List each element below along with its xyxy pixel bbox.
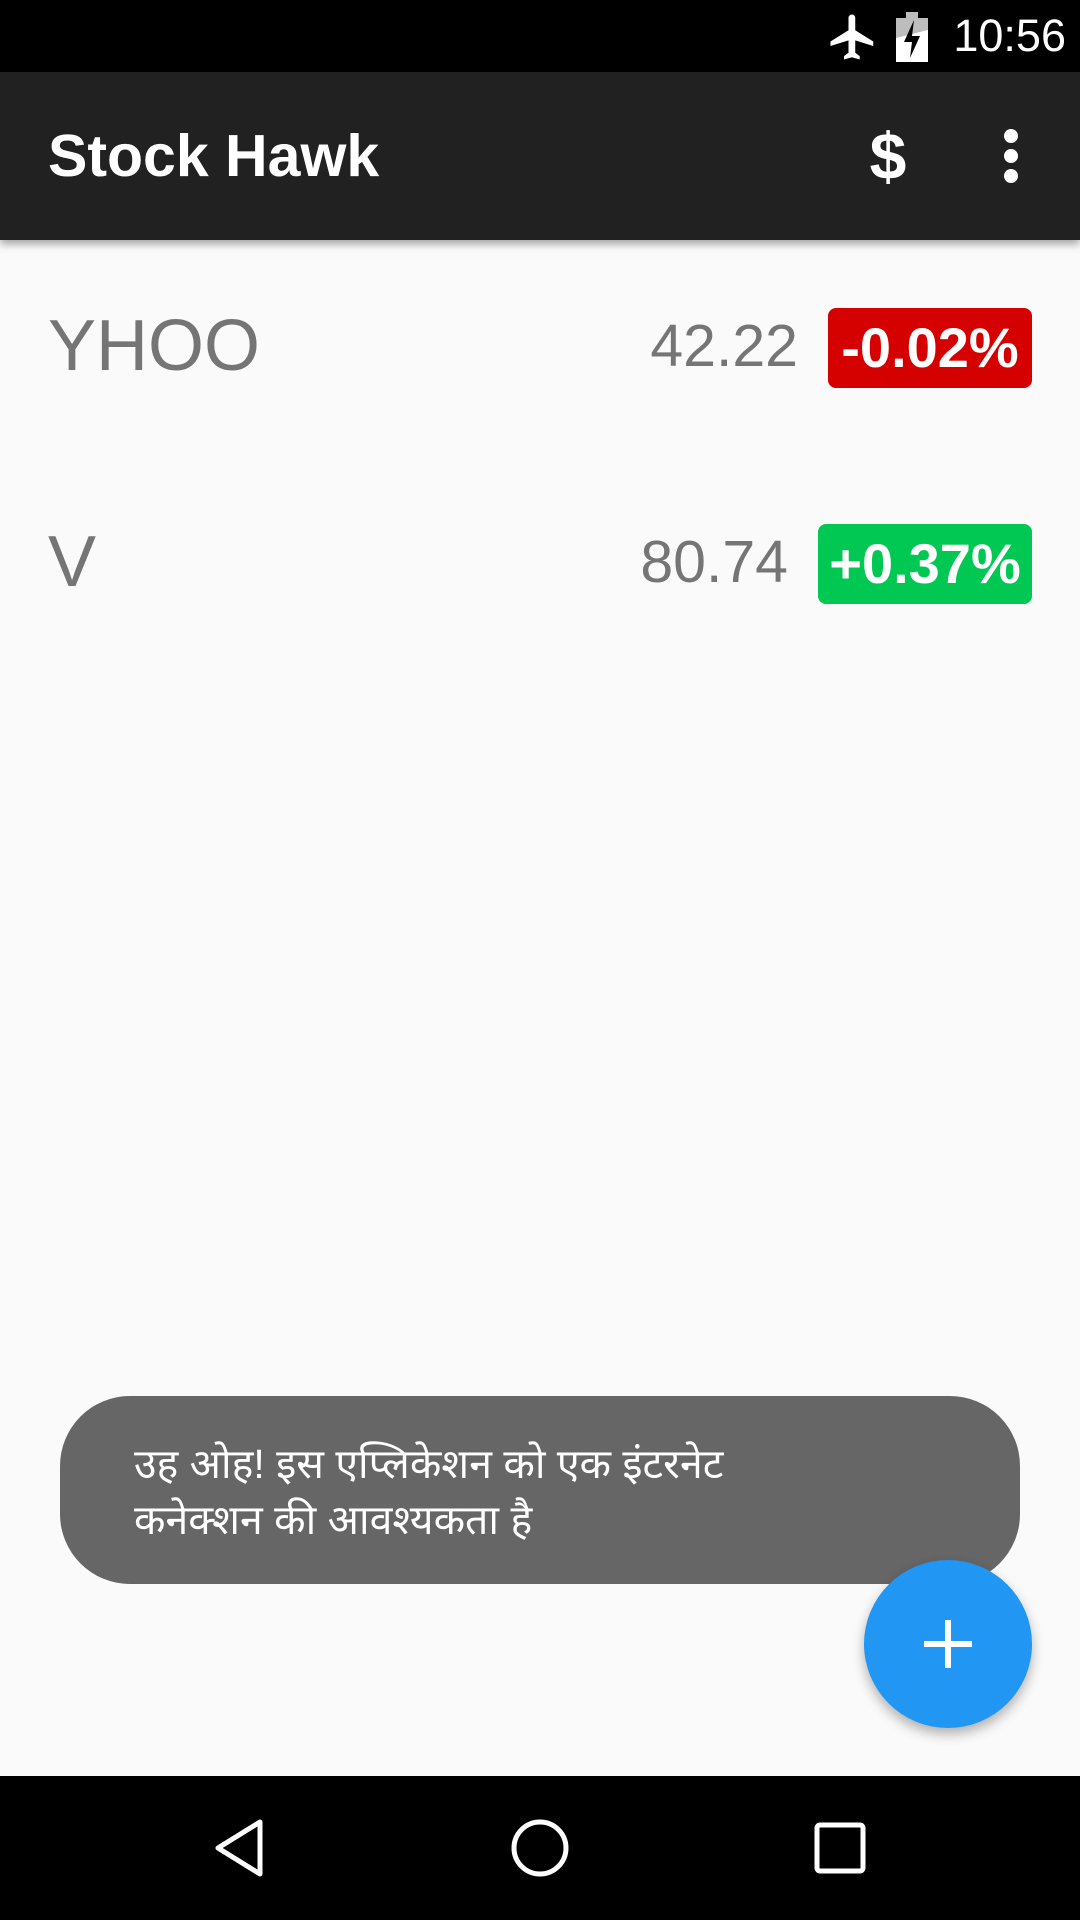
toast-message: उह ओह! इस एप्लिकेशन को एक इंटरनेट कनेक्श… bbox=[134, 1436, 954, 1548]
screen: 10:56 Stock Hawk $ YHOO 42.22 -0.02% V 8… bbox=[0, 0, 1080, 1920]
airplane-mode-icon bbox=[830, 14, 874, 60]
stock-symbol: V bbox=[48, 522, 97, 602]
stock-price: 80.74 bbox=[640, 529, 788, 595]
app-bar: Stock Hawk $ bbox=[0, 72, 1080, 240]
add-stock-button[interactable] bbox=[864, 1560, 1032, 1728]
stock-price: 42.22 bbox=[650, 313, 798, 379]
status-bar: 10:56 bbox=[0, 0, 1080, 72]
stock-change-badge[interactable]: -0.02% bbox=[828, 308, 1032, 388]
stock-change-badge[interactable]: +0.37% bbox=[818, 524, 1032, 604]
app-title: Stock Hawk bbox=[48, 123, 380, 189]
stock-row-v[interactable]: V 80.74 +0.37% bbox=[0, 456, 1080, 672]
recents-icon[interactable] bbox=[804, 1812, 876, 1884]
battery-charging-icon bbox=[896, 12, 928, 62]
stock-row-yhoo[interactable]: YHOO 42.22 -0.02% bbox=[0, 240, 1080, 456]
add-icon bbox=[924, 1620, 972, 1668]
home-icon[interactable] bbox=[504, 1812, 576, 1884]
back-icon[interactable] bbox=[204, 1812, 276, 1884]
more-options-button[interactable] bbox=[980, 112, 1046, 200]
stock-symbol: YHOO bbox=[48, 306, 261, 386]
currency-toggle-button[interactable]: $ bbox=[844, 112, 932, 200]
toast-no-connection: उह ओह! इस एप्लिकेशन को एक इंटरनेट कनेक्श… bbox=[60, 1396, 1020, 1584]
navigation-bar bbox=[0, 1776, 1080, 1920]
toast-message-line-1: उह ओह! इस एप्लिकेशन को एक इंटरनेट bbox=[134, 1441, 724, 1487]
status-clock: 10:56 bbox=[953, 10, 1066, 61]
toast-message-line-2: कनेक्शन की आवश्यकता है bbox=[134, 1497, 533, 1543]
